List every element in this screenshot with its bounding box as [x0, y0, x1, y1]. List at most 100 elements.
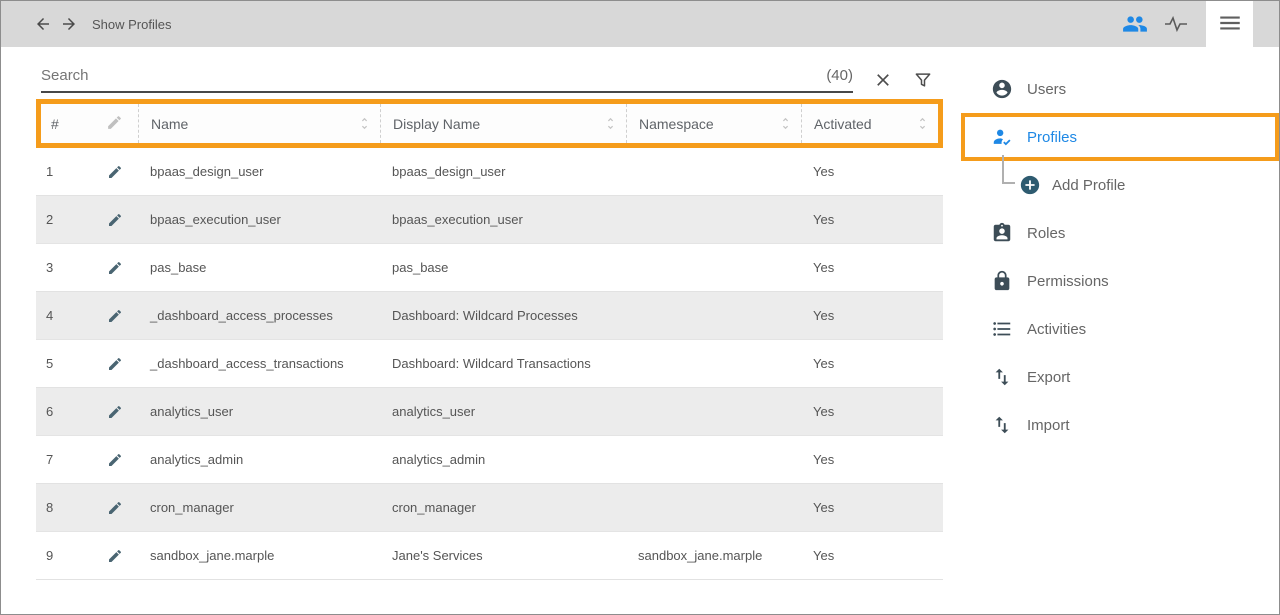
users-group-button[interactable] — [1122, 11, 1148, 37]
row-number: 9 — [36, 548, 91, 563]
cell-activated: Yes — [801, 212, 943, 227]
sidebar-item-label: Roles — [1027, 225, 1065, 242]
profiles-page: Show Profiles — [0, 0, 1280, 615]
lock-icon — [991, 270, 1013, 292]
sidebar-item-users[interactable]: Users — [961, 65, 1279, 113]
profiles-table: # Name Display Name — [36, 99, 943, 580]
pencil-icon — [107, 356, 123, 372]
row-number: 4 — [36, 308, 91, 323]
cell-activated: Yes — [801, 164, 943, 179]
clear-search-button[interactable] — [873, 70, 893, 90]
row-number: 5 — [36, 356, 91, 371]
cell-activated: Yes — [801, 308, 943, 323]
edit-profile-button[interactable] — [103, 160, 127, 184]
row-number: 7 — [36, 452, 91, 467]
edit-profile-button[interactable] — [103, 496, 127, 520]
arrow-left-icon — [34, 15, 52, 33]
row-number: 3 — [36, 260, 91, 275]
edit-profile-button[interactable] — [103, 400, 127, 424]
table-row: 5 _dashboard_access_transactions Dashboa… — [36, 340, 943, 388]
cell-namespace: sandbox_jane.marple — [626, 548, 801, 563]
sidebar-item-permissions[interactable]: Permissions — [961, 257, 1279, 305]
cell-display-name: cron_manager — [380, 500, 626, 515]
sidebar-item-profiles[interactable]: Profiles — [961, 113, 1279, 161]
filter-button[interactable] — [913, 70, 933, 90]
sidebar-item-export[interactable]: Export — [961, 353, 1279, 401]
table-row: 2 bpaas_execution_user bpaas_execution_u… — [36, 196, 943, 244]
topbar: Show Profiles — [1, 1, 1279, 47]
edit-profile-button[interactable] — [103, 208, 127, 232]
activity-monitor-button[interactable] — [1148, 16, 1188, 32]
column-label: Activated — [814, 116, 872, 132]
row-number: 8 — [36, 500, 91, 515]
table-row: 8 cron_manager cron_manager Yes — [36, 484, 943, 532]
pencil-icon — [107, 212, 123, 228]
row-edit-cell — [91, 448, 138, 472]
cell-display-name: bpaas_design_user — [380, 164, 626, 179]
table-header: # Name Display Name — [36, 99, 943, 148]
sort-icon[interactable] — [603, 116, 618, 131]
row-number: 6 — [36, 404, 91, 419]
sidebar-item-label: Export — [1027, 369, 1070, 386]
row-edit-cell — [91, 496, 138, 520]
forward-button[interactable] — [60, 15, 78, 33]
pencil-icon — [107, 500, 123, 516]
sort-icon[interactable] — [357, 116, 372, 131]
column-header-namespace[interactable]: Namespace — [626, 104, 801, 143]
table-row: 9 sandbox_jane.marple Jane's Services sa… — [36, 532, 943, 580]
pencil-icon — [107, 308, 123, 324]
content: (40) # — [1, 47, 1279, 614]
cell-name: sandbox_jane.marple — [138, 548, 380, 563]
search-field: (40) — [41, 67, 853, 93]
sidebar-item-roles[interactable]: Roles — [961, 209, 1279, 257]
hamburger-icon — [1217, 10, 1243, 39]
column-header-number[interactable]: # — [41, 104, 91, 143]
hamburger-menu-button[interactable] — [1206, 1, 1253, 47]
edit-profile-button[interactable] — [103, 544, 127, 568]
edit-profile-button[interactable] — [103, 304, 127, 328]
page-title: Show Profiles — [92, 17, 171, 32]
column-header-name[interactable]: Name — [138, 104, 380, 143]
list-icon — [991, 318, 1013, 340]
column-label: # — [51, 116, 59, 132]
pencil-icon — [107, 164, 123, 180]
import-export-icon — [991, 366, 1013, 388]
result-count: (40) — [826, 67, 853, 84]
sidebar-item-activities[interactable]: Activities — [961, 305, 1279, 353]
table-row: 1 bpaas_design_user bpaas_design_user Ye… — [36, 148, 943, 196]
table-row: 6 analytics_user analytics_user Yes — [36, 388, 943, 436]
cell-display-name: analytics_admin — [380, 452, 626, 467]
sort-icon[interactable] — [915, 116, 930, 131]
back-button[interactable] — [34, 15, 52, 33]
search-input[interactable] — [41, 67, 818, 84]
sidebar-item-add-profile[interactable]: Add Profile — [961, 161, 1279, 209]
sidebar-item-import[interactable]: Import — [961, 401, 1279, 449]
pencil-icon — [107, 260, 123, 276]
column-header-activated[interactable]: Activated — [801, 104, 938, 143]
sidebar-item-label: Permissions — [1027, 273, 1109, 290]
row-edit-cell — [91, 160, 138, 184]
row-edit-cell — [91, 304, 138, 328]
cell-display-name: pas_base — [380, 260, 626, 275]
cell-activated: Yes — [801, 356, 943, 371]
column-header-display-name[interactable]: Display Name — [380, 104, 626, 143]
edit-profile-button[interactable] — [103, 448, 127, 472]
sort-icon[interactable] — [778, 116, 793, 131]
pulse-icon — [1148, 16, 1188, 32]
sidebar-item-label: Profiles — [1027, 129, 1077, 146]
row-number: 1 — [36, 164, 91, 179]
table-row: 4 _dashboard_access_processes Dashboard:… — [36, 292, 943, 340]
edit-profile-button[interactable] — [103, 352, 127, 376]
import-export-icon — [991, 414, 1013, 436]
cell-name: bpaas_design_user — [138, 164, 380, 179]
row-edit-cell — [91, 256, 138, 280]
edit-profile-button[interactable] — [103, 256, 127, 280]
sidebar: Users Profiles Add Profile Roles — [961, 47, 1279, 614]
tree-connector — [1002, 155, 1015, 184]
cell-activated: Yes — [801, 500, 943, 515]
cell-name: pas_base — [138, 260, 380, 275]
sidebar-item-label: Users — [1027, 81, 1066, 98]
user-circle-icon — [991, 78, 1013, 100]
filter-funnel-icon — [913, 70, 933, 90]
column-label: Display Name — [393, 116, 480, 132]
